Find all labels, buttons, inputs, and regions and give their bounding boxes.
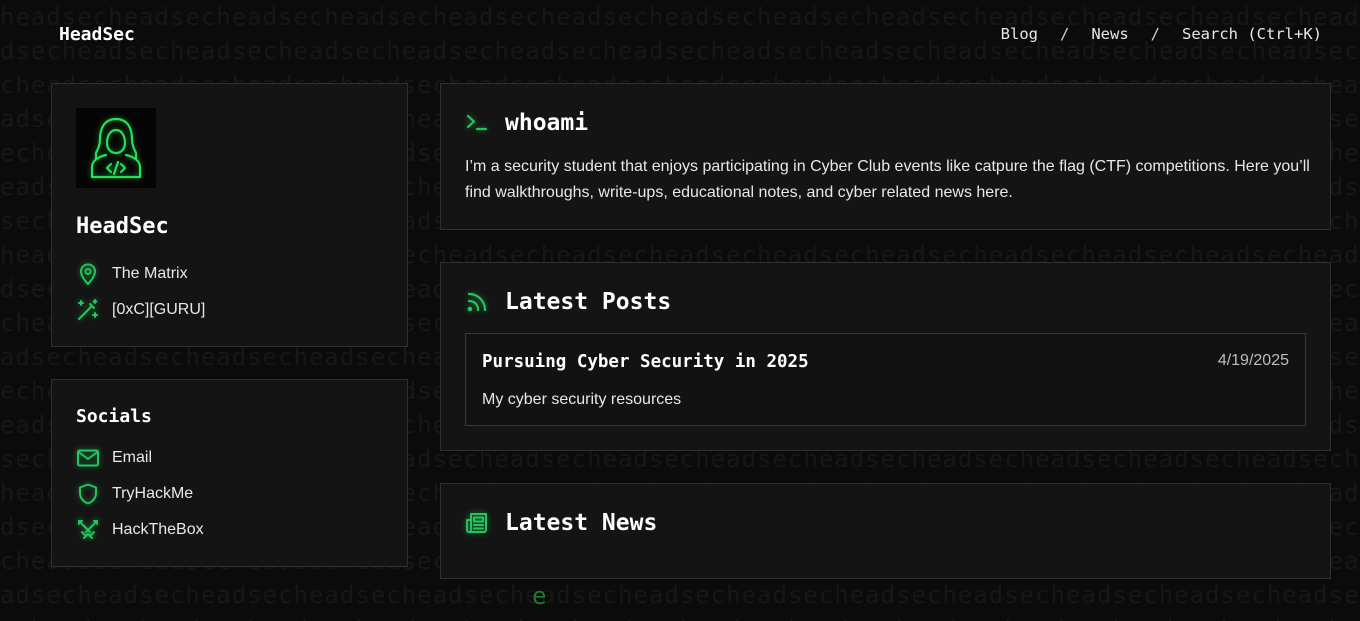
rss-icon [467, 292, 487, 312]
latest-posts-title: Latest Posts [505, 289, 672, 315]
whoami-card: whoami I’m a security student that enjoy… [440, 83, 1331, 230]
mail-icon [77, 449, 99, 467]
post-date: 4/19/2025 [1217, 352, 1289, 369]
nav-link-news[interactable]: News [1091, 25, 1128, 43]
nav-link-search[interactable]: Search (Ctrl+K) [1182, 25, 1322, 43]
hooded-hacker-icon [90, 117, 142, 179]
matrix-row: adsecheadsecheadsecheadsecheadsecheadsec… [0, 581, 1360, 609]
socials-card: Socials Email TryHackMe HackTheBox [51, 379, 408, 567]
latest-posts-header: Latest Posts [465, 289, 671, 315]
post-title[interactable]: Pursuing Cyber Security in 2025 [482, 352, 809, 372]
profile-card: HeadSec The Matrix [0xC][GURU] [51, 83, 408, 347]
post-card[interactable]: Pursuing Cyber Security in 2025 4/19/202… [465, 333, 1306, 426]
terminal-icon [466, 114, 488, 131]
profile-name: HeadSec [76, 214, 169, 239]
rank-row: [0xC][GURU] [76, 298, 205, 322]
nav-separator: / [1150, 25, 1161, 43]
whoami-header: whoami [465, 110, 588, 136]
location-pin-icon [80, 263, 96, 285]
magic-wand-icon [78, 299, 98, 320]
latest-news-header: Latest News [465, 510, 657, 536]
location-row: The Matrix [76, 262, 188, 286]
nav-separator: / [1060, 25, 1070, 43]
nav-links: Blog / News / Search (Ctrl+K) [1001, 25, 1322, 43]
matrix-row: echeadsecheadsecheadsecheadsecheadsechea… [0, 612, 1360, 621]
newspaper-icon [466, 513, 487, 533]
nav-link-blog[interactable]: Blog [1001, 25, 1038, 43]
social-label-tryhackme[interactable]: TryHackMe [112, 485, 193, 503]
avatar [76, 108, 156, 188]
social-label-hackthebox[interactable]: HackTheBox [112, 521, 204, 539]
profile-rank: [0xC][GURU] [112, 301, 206, 318]
social-link-email[interactable]: Email [76, 446, 152, 470]
crossed-swords-icon [78, 520, 98, 539]
post-description: My cyber security resources [482, 391, 682, 408]
top-nav: HeadSec Blog / News / Search (Ctrl+K) [0, 0, 1360, 70]
latest-news-title: Latest News [505, 510, 658, 536]
socials-title: Socials [76, 406, 152, 427]
background-accent-glyph: e [532, 582, 547, 610]
latest-posts-card: Latest Posts Pursuing Cyber Security in … [440, 262, 1331, 451]
social-link-hackthebox[interactable]: HackTheBox [76, 518, 204, 542]
social-label-email[interactable]: Email [112, 449, 152, 467]
profile-location: The Matrix [112, 265, 188, 282]
whoami-title: whoami [505, 110, 589, 136]
brand-logo[interactable]: HeadSec [59, 24, 135, 45]
shield-icon [79, 483, 97, 505]
social-link-tryhackme[interactable]: TryHackMe [76, 482, 193, 506]
whoami-text: I’m a security student that enjoys parti… [465, 158, 1310, 201]
latest-news-card: Latest News [440, 483, 1331, 579]
